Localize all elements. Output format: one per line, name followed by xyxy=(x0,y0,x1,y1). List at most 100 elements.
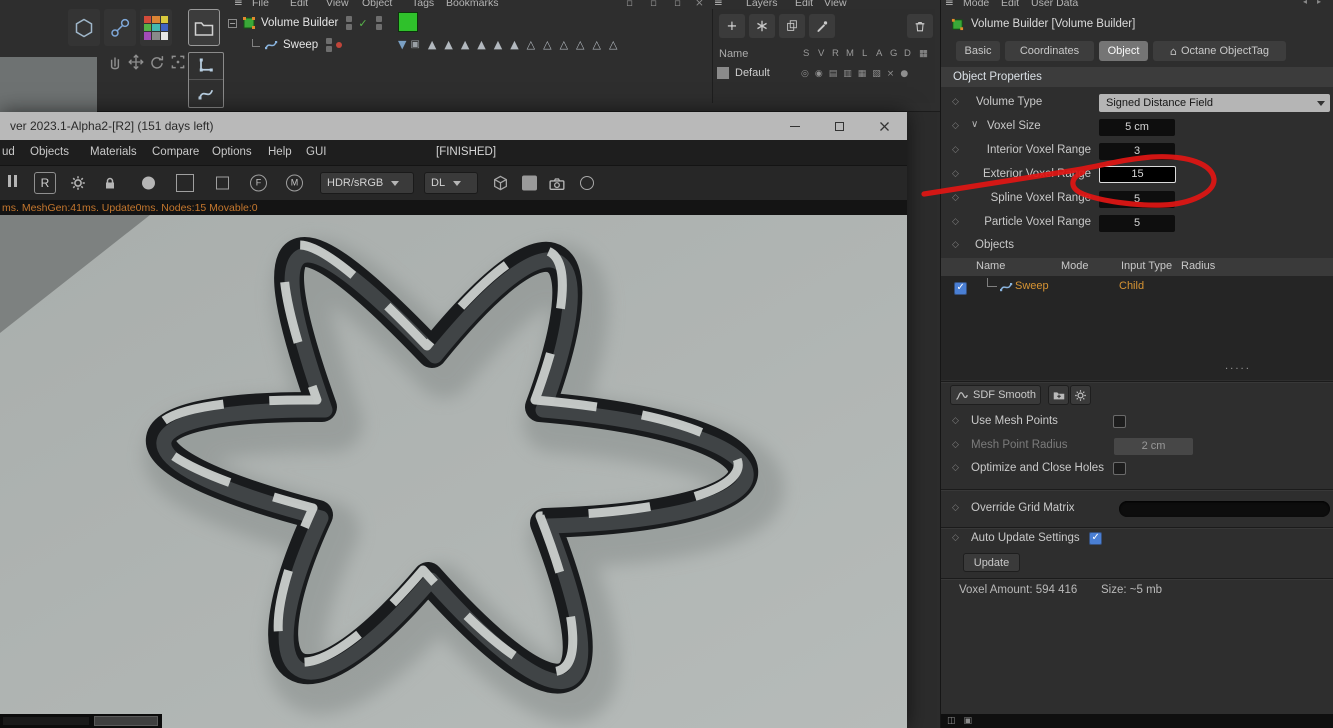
search-icon[interactable]: ▫ xyxy=(626,0,633,9)
copy-layer-button[interactable] xyxy=(779,14,805,38)
view-toggle-icon[interactable]: ◉ xyxy=(815,69,823,79)
octane-menu-compare[interactable]: Compare xyxy=(152,146,199,158)
object-enabled-checkbox[interactable] xyxy=(954,282,967,295)
add-layer-button[interactable]: + xyxy=(719,14,745,38)
key-diamond-icon[interactable]: ◇ xyxy=(952,145,959,155)
texture-preview-swatch[interactable] xyxy=(398,12,418,32)
key-diamond-icon[interactable]: ◇ xyxy=(952,240,959,250)
update-button[interactable]: Update xyxy=(963,553,1020,572)
enabled-check-icon[interactable]: ✓ xyxy=(358,17,367,30)
menu-layers[interactable]: Layers xyxy=(746,0,778,9)
close-button[interactable] xyxy=(862,112,907,140)
octane-menu-options[interactable]: Options xyxy=(212,146,252,158)
joint-tool-button[interactable] xyxy=(104,9,136,46)
frame-view-icon[interactable] xyxy=(169,53,187,71)
menu-tags[interactable]: Tags xyxy=(412,0,434,9)
smooth-settings-button[interactable] xyxy=(1070,385,1091,405)
eyedropper-button[interactable] xyxy=(809,14,835,38)
menu-layers-view[interactable]: View xyxy=(824,0,847,9)
manager-toggle-icon[interactable]: ▥ xyxy=(843,69,852,79)
override-grid-matrix-linkfield[interactable] xyxy=(1119,501,1330,517)
key-diamond-icon[interactable]: ◇ xyxy=(952,440,959,450)
grid-icon[interactable]: ▣ xyxy=(964,716,973,726)
key-diamond-icon[interactable]: ◇ xyxy=(952,533,959,543)
menu-edit[interactable]: Edit xyxy=(290,0,308,9)
menu-am-edit[interactable]: Edit xyxy=(1001,0,1019,9)
col-solo[interactable]: S xyxy=(803,48,809,59)
render-toggle-icon[interactable]: ▤ xyxy=(829,69,838,79)
key-diamond-icon[interactable]: ◇ xyxy=(952,217,959,227)
tree-collapse-icon[interactable]: − xyxy=(228,18,237,28)
resize-dots-handle[interactable]: ····· xyxy=(1225,364,1251,375)
hamburger-icon[interactable]: ≡ xyxy=(945,0,954,9)
hamburger-icon[interactable]: ≡ xyxy=(714,0,723,9)
tab-basic[interactable]: Basic xyxy=(956,41,1000,61)
grid-col-icon[interactable]: ▦ xyxy=(919,48,928,59)
cube-icon[interactable] xyxy=(492,175,509,192)
history-back-icon[interactable]: ◂ xyxy=(1303,0,1307,6)
tab-octane-objecttag[interactable]: ⌂ Octane ObjectTag xyxy=(1153,41,1286,61)
history-forward-icon[interactable]: ▸ xyxy=(1317,0,1321,6)
visibility-dots-icon[interactable] xyxy=(346,16,353,30)
menu-bookmarks[interactable]: Bookmarks xyxy=(446,0,499,9)
filled-square-icon[interactable] xyxy=(522,175,537,191)
visibility-dots-icon[interactable] xyxy=(326,38,333,52)
tab-object[interactable]: Object xyxy=(1099,41,1148,61)
objects-list[interactable]: Sweep Child xyxy=(941,276,1333,380)
focus-picker-button[interactable]: F xyxy=(250,174,267,192)
menu-view[interactable]: View xyxy=(326,0,349,9)
deformers-toggle-icon[interactable]: ● xyxy=(900,69,908,79)
disabled-dot-icon[interactable] xyxy=(336,42,343,48)
tab-coordinates[interactable]: Coordinates xyxy=(1005,41,1094,61)
volume-type-dropdown[interactable]: Signed Distance Field xyxy=(1099,94,1330,112)
delete-layer-button[interactable] xyxy=(907,14,933,38)
material-palette-button[interactable] xyxy=(140,9,172,46)
optimize-close-holes-checkbox[interactable] xyxy=(1113,462,1126,475)
octane-render-view[interactable] xyxy=(0,215,907,728)
octane-menu-gui[interactable]: GUI xyxy=(306,146,326,158)
rotate-icon[interactable] xyxy=(148,53,166,71)
linear-spline-button[interactable] xyxy=(189,53,223,80)
key-diamond-icon[interactable]: ◇ xyxy=(952,416,959,426)
col-deformers[interactable]: D xyxy=(904,48,911,59)
section-object-properties[interactable]: Object Properties xyxy=(941,67,1333,87)
col-generators[interactable]: G xyxy=(890,48,897,59)
circle-outline-icon[interactable] xyxy=(580,176,594,190)
material-picker-button[interactable]: M xyxy=(286,174,303,192)
key-diamond-icon[interactable]: ◇ xyxy=(952,97,959,107)
status-button[interactable] xyxy=(94,716,158,726)
particle-voxel-range-field[interactable]: 5 xyxy=(1099,215,1175,232)
voxel-size-field[interactable]: 5 cm xyxy=(1099,119,1175,136)
expand-arrow-icon[interactable]: ∨ xyxy=(971,119,978,130)
generators-toggle-icon[interactable]: × xyxy=(887,69,895,79)
curve-spline-button[interactable] xyxy=(189,80,223,107)
object-row-sweep[interactable]: Sweep xyxy=(252,36,343,54)
col-manager[interactable]: M xyxy=(846,48,854,59)
spline-voxel-range-field[interactable]: 5 xyxy=(1099,191,1175,208)
restart-render-button[interactable]: R xyxy=(34,172,56,194)
use-mesh-points-checkbox[interactable] xyxy=(1113,415,1126,428)
add-folder-button[interactable] xyxy=(1048,385,1069,405)
camera-icon[interactable] xyxy=(548,175,567,192)
lock-resolution-icon[interactable] xyxy=(102,175,118,191)
model-mode-button[interactable] xyxy=(68,9,100,46)
keyframe-triangles[interactable]: ▲▲▲▲▲▲△△△△△△ xyxy=(428,38,626,51)
window-titlebar[interactable]: ver 2023.1-Alpha2-[R2] (151 days left) xyxy=(0,112,907,140)
layer-options-button[interactable] xyxy=(749,14,775,38)
lock-toggle-icon[interactable]: ▦ xyxy=(858,69,867,79)
marker-box-icon[interactable]: ▣ xyxy=(410,39,419,50)
close-icon[interactable]: × xyxy=(695,0,704,9)
pause-render-icon[interactable] xyxy=(8,174,20,192)
render-dots-icon[interactable] xyxy=(375,16,382,30)
key-diamond-icon[interactable]: ◇ xyxy=(952,503,959,513)
col-render[interactable]: R xyxy=(832,48,839,59)
key-diamond-icon[interactable]: ◇ xyxy=(952,193,959,203)
col-mode[interactable]: Mode xyxy=(1061,260,1089,272)
auto-update-settings-checkbox[interactable] xyxy=(1089,532,1102,545)
minimize-button[interactable] xyxy=(772,112,817,140)
object-row-volume-builder[interactable]: − Volume Builder ✓ xyxy=(228,14,382,32)
octane-menu-objects[interactable]: Objects xyxy=(30,146,69,158)
maximize-button[interactable] xyxy=(817,112,862,140)
col-input-type[interactable]: Input Type xyxy=(1121,260,1172,272)
marker-flag-icon[interactable]: ▼ xyxy=(398,38,406,51)
